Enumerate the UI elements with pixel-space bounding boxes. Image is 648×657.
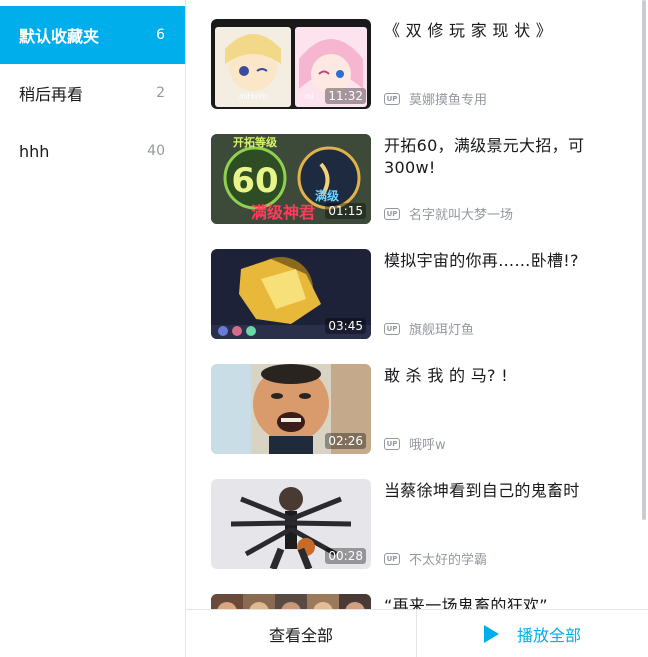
video-title[interactable]: 敢 杀 我 的 马? ! — [384, 365, 634, 387]
uploader-name: 哦呼w — [409, 438, 446, 453]
video-item[interactable]: 03:45 模拟宇宙的你再……卧槽!? UP 旗舰珥灯鱼 — [211, 249, 631, 341]
video-uploader[interactable]: UP 旗舰珥灯鱼 — [384, 319, 474, 338]
video-thumbnail[interactable]: 开拓等级 60 满级 满级神君 01:15 — [211, 134, 371, 224]
video-uploader[interactable]: UP 莫娜摸鱼专用 — [384, 89, 487, 108]
video-title[interactable]: 当蔡徐坤看到自己的鬼畜时 — [384, 480, 634, 502]
video-duration: 03:45 — [325, 318, 366, 334]
video-uploader[interactable]: UP 哦呼w — [384, 434, 446, 453]
up-icon: UP — [384, 437, 400, 450]
video-item[interactable]: miHoYo mi 11:32 《 双 修 玩 家 现 状 》 UP 莫娜摸鱼专… — [211, 19, 631, 111]
favorites-sidebar: 默认收藏夹 6 稍后再看 2 hhh 40 — [0, 0, 186, 657]
video-item[interactable]: 00:28 当蔡徐坤看到自己的鬼畜时 UP 不太好的学霸 — [211, 479, 631, 571]
footer-actions: 查看全部 播放全部 — [186, 609, 648, 657]
video-thumbnail[interactable]: 02:26 — [211, 364, 371, 454]
folder-count: 40 — [147, 143, 165, 159]
video-uploader[interactable]: UP 名字就叫大梦一场 — [384, 204, 513, 223]
folder-name: 稍后再看 — [19, 85, 84, 104]
video-thumbnail[interactable]: 00:28 — [211, 479, 371, 569]
folder-name: hhh — [19, 141, 50, 161]
view-all-label: 查看全部 — [268, 625, 333, 645]
thumbnail-caption: mi — [305, 92, 314, 101]
thumbnail-caption: 60 — [231, 161, 278, 201]
folder-name: 默认收藏夹 — [19, 27, 100, 46]
folder-count: 6 — [156, 27, 165, 43]
up-icon: UP — [384, 207, 400, 220]
video-duration: 01:15 — [325, 203, 366, 219]
scrollbar[interactable] — [640, 0, 648, 610]
video-thumbnail[interactable] — [211, 594, 371, 610]
uploader-name: 旗舰珥灯鱼 — [409, 323, 475, 338]
video-thumbnail[interactable]: miHoYo mi 11:32 — [211, 19, 371, 109]
uploader-name: 莫娜摸鱼专用 — [409, 93, 488, 108]
video-item[interactable]: “再来一场鬼畜的狂欢” — [211, 594, 631, 610]
up-icon: UP — [384, 552, 400, 565]
thumbnail-caption: 满级神君 — [251, 203, 315, 222]
video-title[interactable]: 开拓60，满级景元大招，可300w! — [384, 135, 634, 179]
play-all-button[interactable]: 播放全部 — [417, 610, 648, 657]
video-uploader[interactable]: UP 不太好的学霸 — [384, 549, 487, 568]
play-all-label: 播放全部 — [516, 625, 581, 645]
folder-hhh[interactable]: hhh 40 — [0, 122, 185, 180]
scrollbar-thumb[interactable] — [642, 0, 646, 520]
video-duration: 02:26 — [325, 433, 366, 449]
play-icon — [483, 624, 499, 643]
video-list: miHoYo mi 11:32 《 双 修 玩 家 现 状 》 UP 莫娜摸鱼专… — [186, 0, 640, 610]
video-title[interactable]: 《 双 修 玩 家 现 状 》 — [384, 20, 634, 42]
up-icon: UP — [384, 322, 400, 335]
folder-default[interactable]: 默认收藏夹 6 — [0, 6, 185, 64]
view-all-button[interactable]: 查看全部 — [186, 610, 417, 657]
folder-watch-later[interactable]: 稍后再看 2 — [0, 64, 185, 122]
uploader-name: 名字就叫大梦一场 — [409, 208, 514, 223]
folder-count: 2 — [156, 85, 165, 101]
video-title[interactable]: “再来一场鬼畜的狂欢” — [384, 595, 634, 610]
video-duration: 00:28 — [325, 548, 366, 564]
up-icon: UP — [384, 92, 400, 105]
video-item[interactable]: 02:26 敢 杀 我 的 马? ! UP 哦呼w — [211, 364, 631, 456]
thumbnail-caption: miHoYo — [239, 92, 267, 101]
video-title[interactable]: 模拟宇宙的你再……卧槽!? — [384, 250, 634, 272]
thumbnail-caption: 开拓等级 — [233, 135, 278, 149]
thumbnail-image — [211, 594, 371, 610]
video-duration: 11:32 — [325, 88, 366, 104]
video-thumbnail[interactable]: 03:45 — [211, 249, 371, 339]
uploader-name: 不太好的学霸 — [409, 553, 488, 568]
thumbnail-caption: 满级 — [315, 188, 339, 203]
video-item[interactable]: 开拓等级 60 满级 满级神君 01:15 开拓60，满级景元大招，可300w!… — [211, 134, 631, 226]
